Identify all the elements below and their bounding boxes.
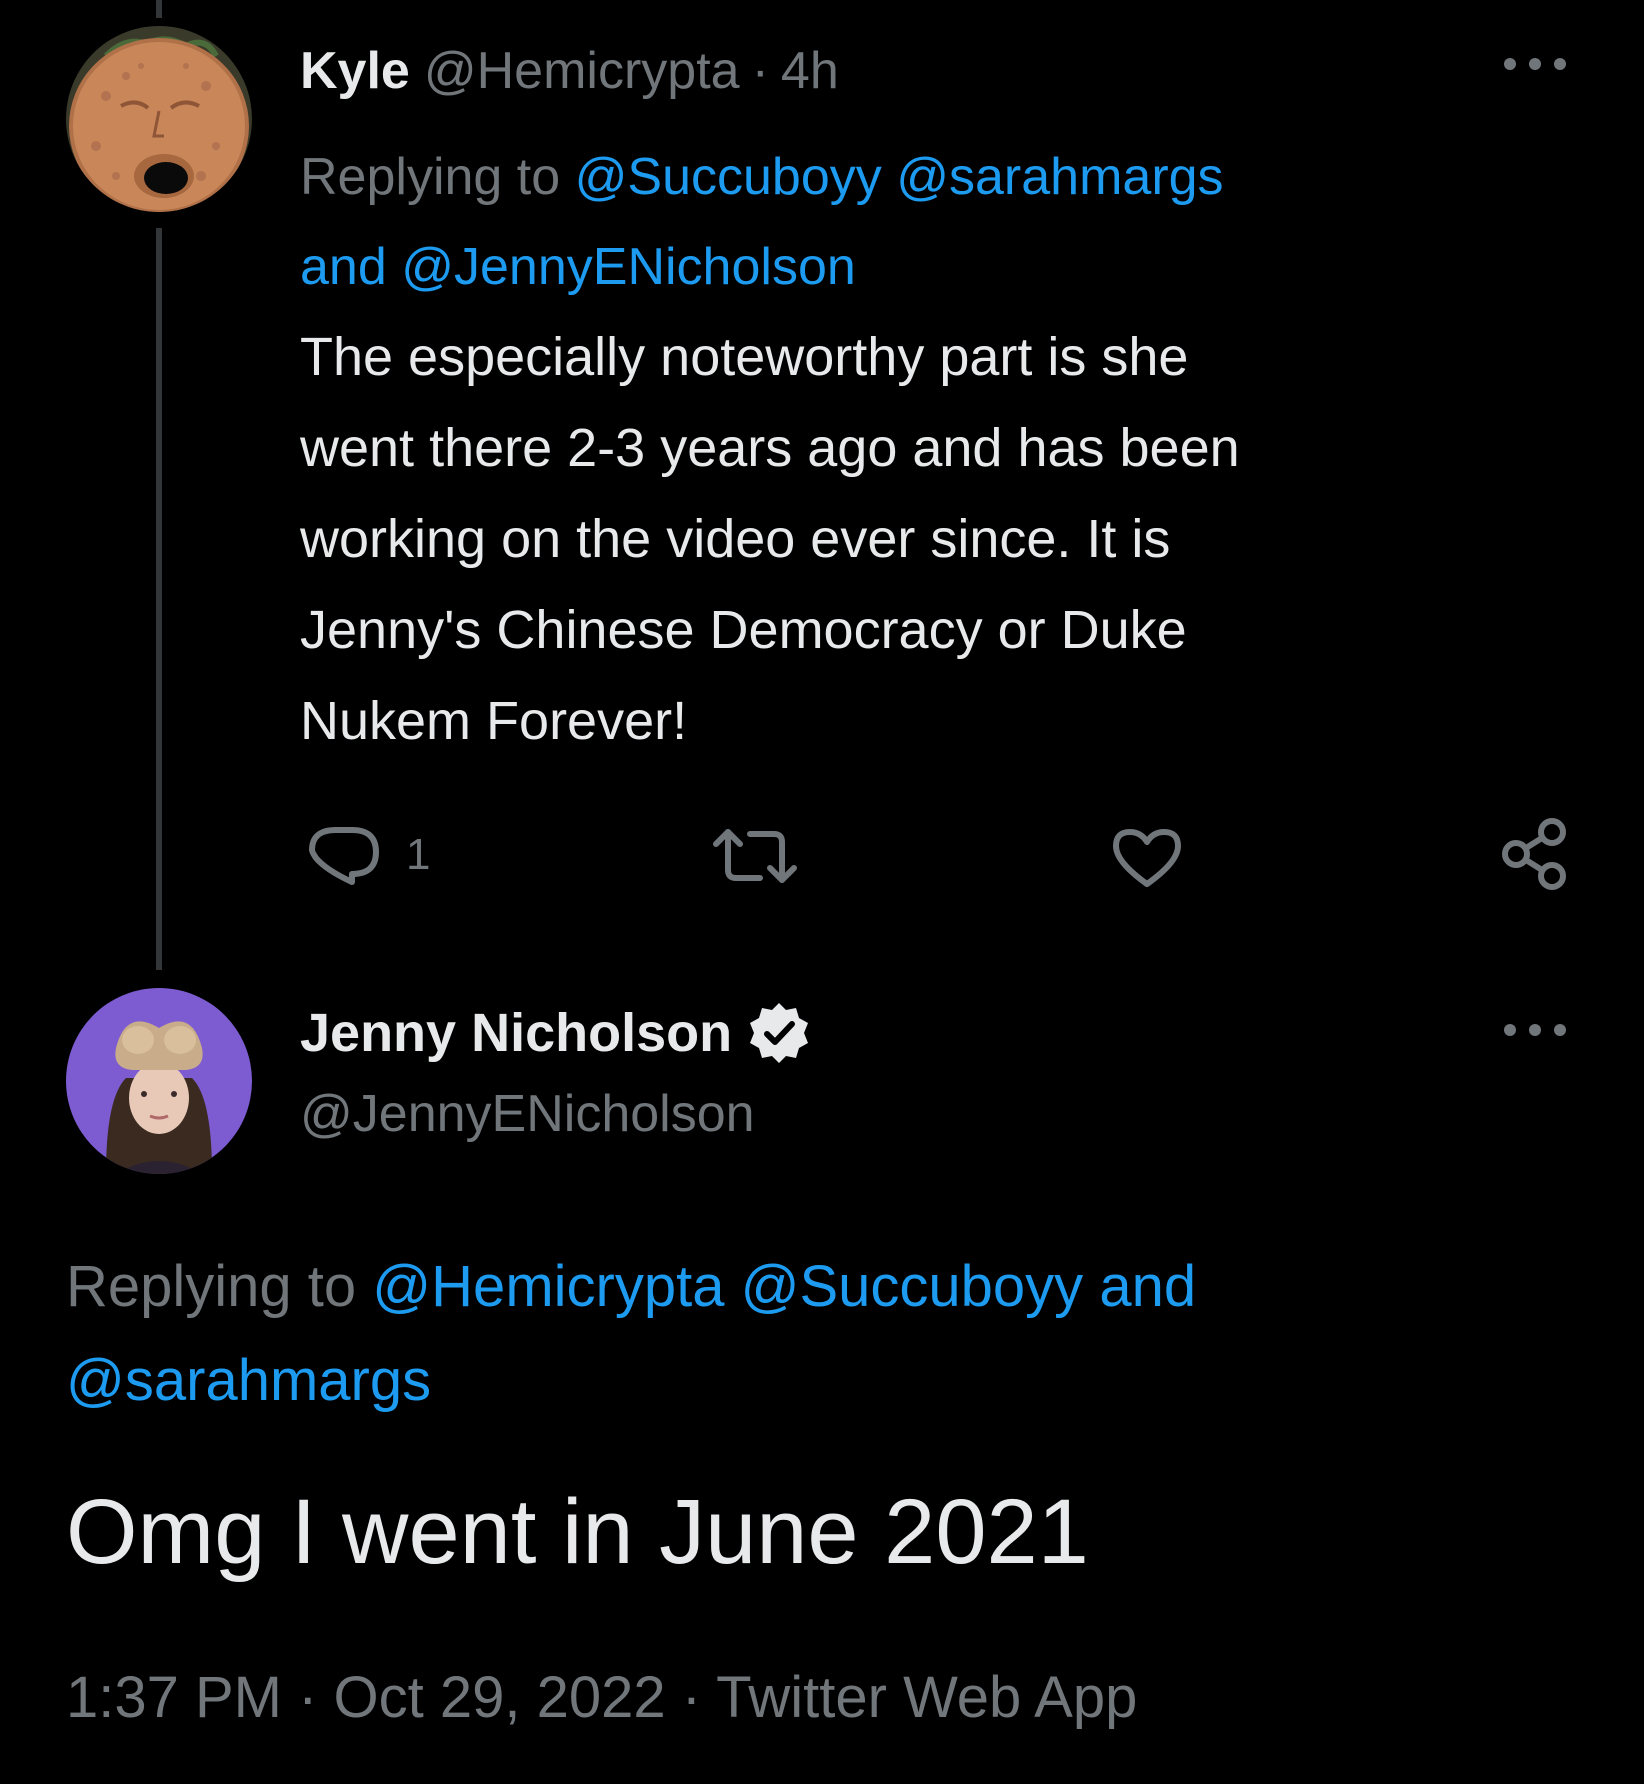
mention-succuboyy[interactable]: @Succuboyy (575, 148, 882, 206)
replying-and: and (300, 238, 387, 296)
reply-icon (306, 824, 382, 886)
avatar-jenny[interactable] (66, 988, 252, 1174)
thread-line-top (156, 0, 162, 18)
display-name[interactable]: Kyle (300, 41, 410, 101)
mention-succuboyy[interactable]: @Succuboyy (741, 1254, 1084, 1319)
separator-dot: · (751, 42, 769, 100)
body-line: Nukem Forever! (300, 691, 688, 751)
retweet-icon[interactable] (710, 824, 800, 888)
mention-sarahmargs[interactable]: @sarahmargs (66, 1348, 431, 1413)
display-name[interactable]: Jenny Nicholson (300, 1002, 732, 1064)
reply-count: 1 (406, 830, 431, 879)
tweet-timestamp[interactable]: 1:37 PM · Oct 29, 2022 · Twitter Web App (66, 1664, 1137, 1731)
replying-prefix: Replying to (300, 148, 561, 206)
avatar-kyle[interactable] (66, 26, 252, 212)
reply-button[interactable]: 1 (306, 824, 430, 886)
mention-jennyenicholson[interactable]: @JennyENicholson (401, 238, 856, 296)
tweet-header: Kyle @Hemicrypta · 4h (300, 36, 839, 106)
replying-prefix: Replying to (66, 1254, 357, 1319)
share-icon[interactable] (1500, 816, 1570, 892)
tweet-age[interactable]: 4h (781, 41, 839, 101)
body-line: working on the video ever since. It is (300, 509, 1171, 569)
mention-hemicrypta[interactable]: @Hemicrypta (372, 1254, 724, 1319)
body-line: went there 2-3 years ago and has been (300, 418, 1240, 478)
handle[interactable]: @JennyENicholson (300, 1084, 755, 1144)
more-icon[interactable] (1500, 1018, 1570, 1042)
tweet-body: Omg I went in June 2021 (66, 1481, 1089, 1583)
verified-badge-icon (746, 1000, 812, 1066)
replying-to: Replying to @Succuboyy @sarahmargs and @… (300, 132, 1500, 312)
body-line: The especially noteworthy part is she (300, 327, 1189, 387)
more-icon[interactable] (1500, 52, 1570, 76)
tweet-body: The especially noteworthy part is she we… (300, 312, 1560, 767)
body-line: Jenny's Chinese Democracy or Duke (300, 600, 1187, 660)
mention-sarahmargs[interactable]: @sarahmargs (896, 148, 1223, 206)
thread-line (156, 228, 162, 970)
handle[interactable]: @Hemicrypta (424, 41, 740, 101)
replying-to: Replying to @Hemicrypta @Succuboyy and @… (66, 1240, 1566, 1428)
tweet-header: Jenny Nicholson (300, 998, 812, 1068)
like-icon[interactable] (1110, 826, 1184, 888)
replying-and: and (1099, 1254, 1197, 1319)
